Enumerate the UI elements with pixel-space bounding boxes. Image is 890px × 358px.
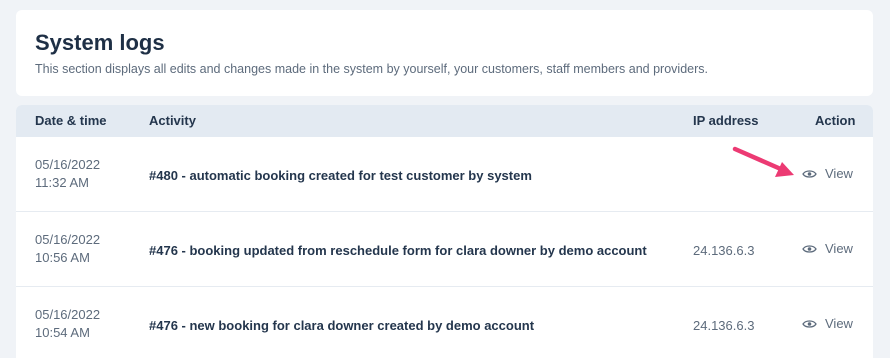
page-description: This section displays all edits and chan… [35, 62, 708, 76]
row-ip: 24.136.6.3 [693, 318, 755, 333]
view-label: View [825, 241, 853, 256]
row-time: 10:56 AM [35, 250, 90, 265]
view-button[interactable]: View [802, 241, 853, 256]
row-time: 10:54 AM [35, 325, 90, 340]
row-date: 05/16/2022 [35, 307, 101, 322]
row-activity: #476 - booking updated from reschedule f… [149, 243, 647, 258]
column-header-ip: IP address [693, 113, 759, 128]
table-row: 05/16/2022 10:54 AM #476 - new booking f… [16, 287, 873, 358]
row-datetime: 05/16/2022 10:56 AM [35, 231, 100, 267]
arrow-icon [732, 146, 794, 177]
view-button[interactable]: View [802, 166, 853, 181]
row-time: 11:32 AM [35, 175, 89, 190]
row-activity: #480 - automatic booking created for tes… [149, 168, 532, 183]
row-datetime: 05/16/2022 11:32 AM [35, 156, 100, 192]
table-header: Date & time Activity IP address Action [16, 105, 873, 137]
table-row: 05/16/2022 10:56 AM #476 - booking updat… [16, 212, 873, 287]
column-header-action: Action [815, 113, 856, 128]
system-logs-table: Date & time Activity IP address Action 0… [16, 105, 873, 358]
column-header-date: Date & time [35, 113, 107, 128]
row-datetime: 05/16/2022 10:54 AM [35, 306, 100, 342]
row-ip: 24.136.6.3 [693, 243, 755, 258]
view-button[interactable]: View [802, 316, 853, 331]
row-activity: #476 - new booking for clara downer crea… [149, 318, 535, 333]
column-header-activity: Activity [149, 113, 196, 128]
view-label: View [825, 316, 853, 331]
eye-icon [802, 319, 817, 328]
page-header: System logs This section displays all ed… [16, 10, 873, 96]
row-date: 05/16/2022 [35, 157, 101, 172]
eye-icon [802, 169, 817, 178]
page-title: System logs [35, 30, 165, 55]
view-label: View [825, 166, 853, 181]
eye-icon [802, 244, 817, 253]
row-date: 05/16/2022 [35, 232, 101, 247]
